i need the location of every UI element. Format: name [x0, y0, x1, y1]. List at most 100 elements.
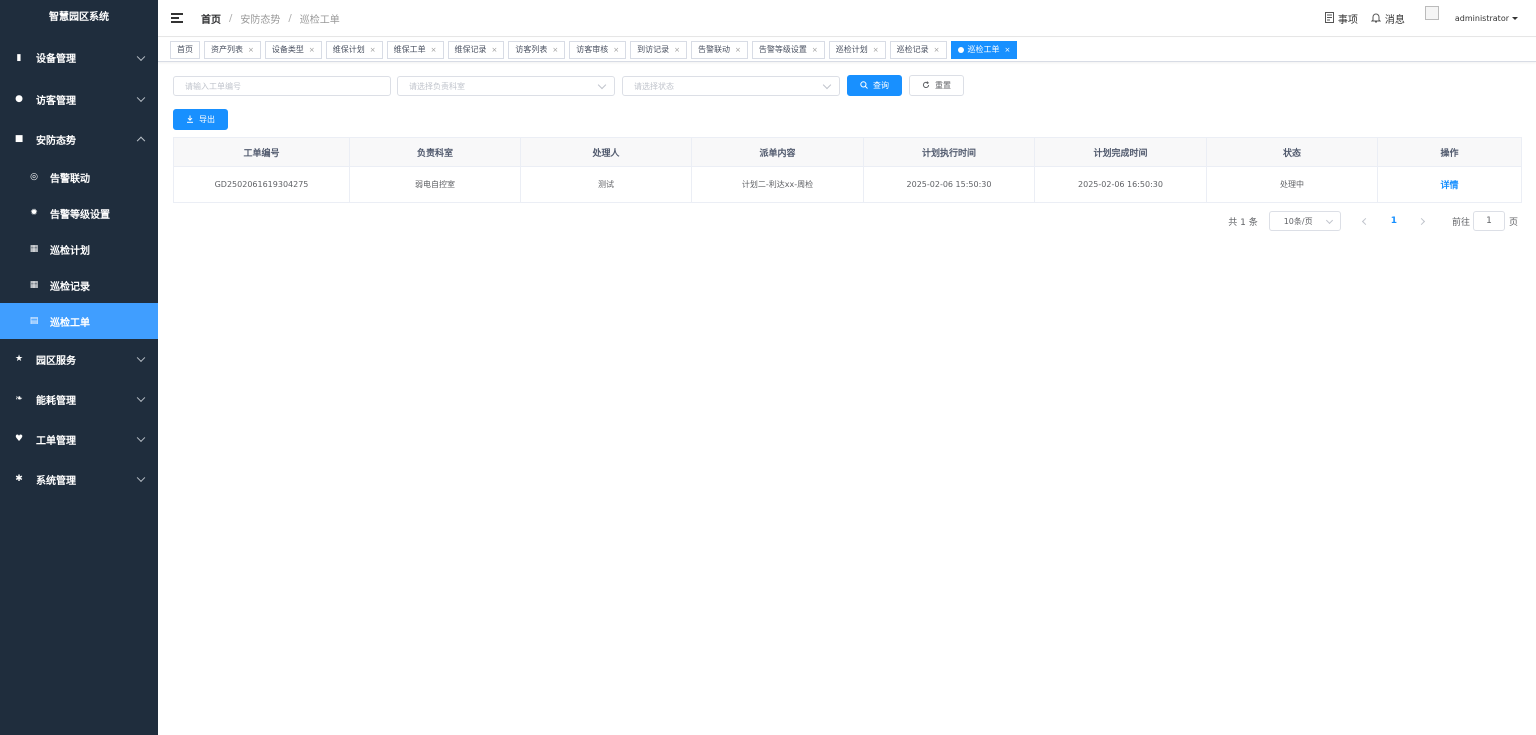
- page-size-select[interactable]: 10条/页: [1268, 211, 1341, 231]
- table-cell: 计划二-利达xx-周检: [692, 167, 864, 202]
- close-icon[interactable]: ×: [613, 46, 619, 54]
- goto-page-input[interactable]: 1: [1472, 211, 1505, 231]
- user-dropdown[interactable]: administrator: [1455, 14, 1518, 23]
- reset-button-label: 重置: [935, 81, 951, 90]
- table-cell-actions: 详情: [1378, 167, 1521, 202]
- table-icon: ▤: [29, 316, 39, 326]
- prev-page-icon[interactable]: [1361, 217, 1369, 225]
- column-header: 处理人: [521, 138, 692, 166]
- tag-alarm-linkage[interactable]: 告警联动 ×: [691, 40, 748, 59]
- tag-maintenance-record[interactable]: 维保记录 ×: [447, 40, 505, 59]
- tag-maintenance-order[interactable]: 维保工单 ×: [386, 40, 444, 59]
- tag-asset-list[interactable]: 资产列表 ×: [204, 40, 261, 59]
- sidebar-subitem-label: 巡检记录: [50, 281, 90, 293]
- top-navbar: 首页 / 安防态势 / 巡检工单 事项 消息 administrator: [158, 0, 1536, 37]
- chevron-down-icon: [136, 93, 146, 103]
- tag-label: 维保记录: [454, 45, 487, 54]
- tag-maintenance-plan[interactable]: 维保计划 ×: [325, 40, 383, 59]
- tag-patrol-order[interactable]: 巡检工单 ×: [950, 40, 1018, 59]
- sidebar-item-device-management[interactable]: ▮ 设备管理: [0, 36, 158, 79]
- column-header: 操作: [1440, 148, 1459, 159]
- messages-label: 消息: [1384, 15, 1405, 26]
- tag-label: 巡检计划: [835, 45, 868, 54]
- close-icon[interactable]: ×: [873, 46, 879, 54]
- close-icon[interactable]: ×: [1005, 46, 1011, 54]
- active-dot-icon: [957, 46, 964, 53]
- sidebar-subitem-label: 巡检计划: [50, 245, 90, 257]
- sidebar-item-work-order[interactable]: ♥ 工单管理: [0, 419, 158, 459]
- sidebar-subitem-patrol-record[interactable]: ▦ 巡检记录: [0, 267, 158, 303]
- sidebar-item-park-service[interactable]: ★ 园区服务: [0, 339, 158, 379]
- tag-patrol-record[interactable]: 巡检记录 ×: [889, 40, 947, 59]
- tag-label: 到访记录: [637, 45, 670, 54]
- tag-home[interactable]: 首页: [170, 40, 200, 59]
- close-icon[interactable]: ×: [735, 46, 741, 54]
- chevron-down-icon: [1325, 216, 1333, 225]
- search-button[interactable]: 查询: [847, 75, 902, 96]
- tag-label: 巡检记录: [896, 45, 929, 54]
- page-number-current[interactable]: 1: [1391, 216, 1397, 226]
- table-cell: 2025-02-06 16:50:30: [1035, 167, 1207, 202]
- tag-visitor-list[interactable]: 访客列表 ×: [508, 40, 566, 59]
- hamburger-icon[interactable]: [171, 13, 183, 23]
- tag-patrol-plan[interactable]: 巡检计划 ×: [828, 40, 886, 59]
- tasks-label: 事项: [1337, 15, 1358, 26]
- tasks-button[interactable]: 事项: [1324, 11, 1358, 26]
- column-header: 工单编号: [174, 138, 350, 166]
- close-icon[interactable]: ×: [812, 46, 818, 54]
- table-cell: 测试: [521, 167, 692, 202]
- breadcrumb-home[interactable]: 首页: [201, 11, 221, 26]
- close-icon[interactable]: ×: [492, 46, 498, 54]
- tag-label: 设备类型: [271, 45, 304, 54]
- tag-alarm-level[interactable]: 告警等级设置 ×: [751, 40, 825, 59]
- detail-link[interactable]: 详情: [1440, 178, 1458, 191]
- tag-visit-record[interactable]: 到访记录 ×: [630, 40, 687, 59]
- close-icon[interactable]: ×: [431, 46, 437, 54]
- sidebar-item-label: 访客管理: [36, 95, 76, 107]
- column-header: 负责科室: [350, 138, 521, 166]
- bell-icon: [1370, 12, 1382, 26]
- page-suffix: 页: [1508, 217, 1518, 228]
- sidebar-subitem-patrol-order[interactable]: ▤ 巡检工单: [0, 303, 158, 339]
- sidebar-subitem-patrol-plan[interactable]: ▦ 巡检计划: [0, 231, 158, 267]
- app-logo-title: 智慧园区系统: [49, 12, 109, 23]
- sidebar-subitem-label: 巡检工单: [50, 317, 90, 329]
- document-icon: [1324, 11, 1334, 26]
- table-cell: 2025-02-06 15:50:30: [864, 167, 1035, 202]
- sidebar-item-energy[interactable]: ❧ 能耗管理: [0, 379, 158, 419]
- close-icon[interactable]: ×: [674, 46, 680, 54]
- sidebar-item-visitor-management[interactable]: ● 访客管理: [0, 79, 158, 119]
- department-select[interactable]: 请选择负责科室: [397, 76, 615, 96]
- sidebar-item-label: 工单管理: [36, 435, 76, 447]
- close-icon[interactable]: ×: [370, 46, 376, 54]
- close-icon[interactable]: ×: [552, 46, 558, 54]
- sidebar-item-security[interactable]: ■ 安防态势: [0, 119, 158, 159]
- column-header: 派单内容: [692, 138, 864, 166]
- close-icon[interactable]: ×: [309, 46, 315, 54]
- chevron-down-icon: [136, 52, 146, 61]
- breadcrumb-security: 安防态势: [240, 14, 281, 26]
- messages-button[interactable]: 消息: [1370, 11, 1405, 26]
- grid-icon: ▦: [29, 280, 39, 290]
- sidebar-item-system[interactable]: ✱ 系统管理: [0, 459, 158, 499]
- status-select[interactable]: 请选择状态: [622, 76, 840, 96]
- order-number-placeholder: 请输入工单编号: [185, 81, 241, 91]
- table-cell: GD2502061619304275: [174, 167, 350, 202]
- sidebar: 智慧园区系统 ▮ 设备管理 ● 访客管理 ■ 安防态势 ◎ 告警联动 ✹ 告警等…: [0, 0, 158, 735]
- close-icon[interactable]: ×: [248, 46, 254, 54]
- order-number-input[interactable]: 请输入工单编号: [173, 76, 391, 96]
- export-button[interactable]: 导出: [173, 109, 228, 130]
- sidebar-subitem-alarm-level[interactable]: ✹ 告警等级设置: [0, 195, 158, 231]
- tag-visitor-review[interactable]: 访客审核 ×: [569, 40, 627, 59]
- reset-button[interactable]: 重置: [909, 75, 964, 96]
- close-icon[interactable]: ×: [934, 46, 940, 54]
- tag-device-type[interactable]: 设备类型 ×: [264, 40, 322, 59]
- tag-label: 告警联动: [698, 45, 730, 54]
- star-icon: ★: [14, 354, 24, 364]
- sidebar-subitem-alarm-linkage[interactable]: ◎ 告警联动: [0, 159, 158, 195]
- avatar[interactable]: [1424, 5, 1439, 20]
- next-page-icon[interactable]: [1417, 217, 1426, 225]
- status-placeholder: 请选择状态: [634, 81, 674, 91]
- caret-down-icon: [1512, 17, 1518, 20]
- breadcrumb-separator: /: [229, 12, 233, 24]
